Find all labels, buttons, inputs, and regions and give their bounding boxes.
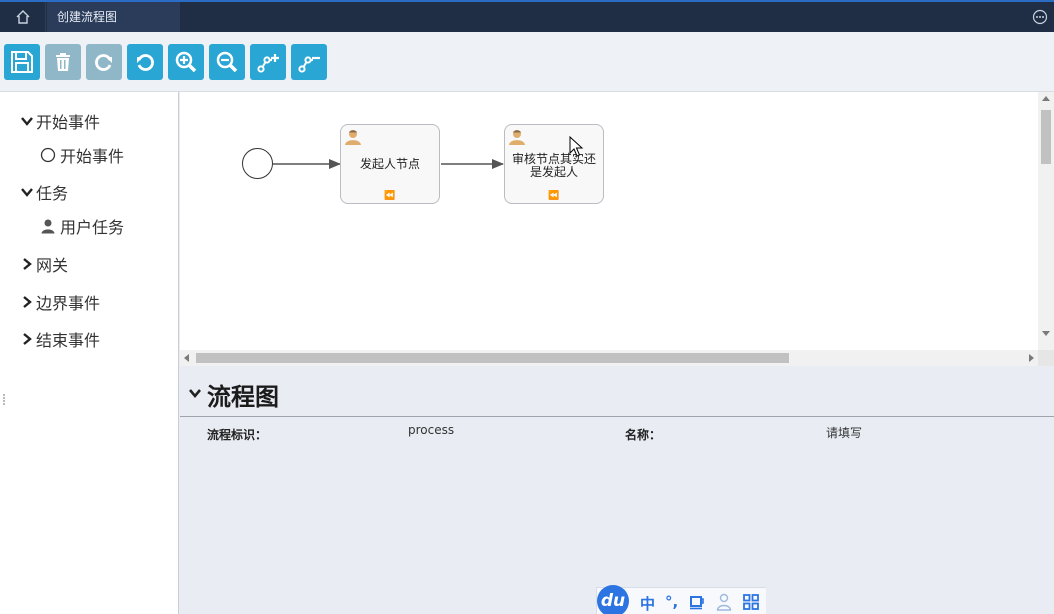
zoom-out-button[interactable] — [209, 44, 245, 80]
palette-item-label: 开始事件 — [60, 147, 125, 166]
ime-language-toggle[interactable]: 中 — [640, 593, 655, 614]
chevron-down-icon — [189, 389, 201, 399]
ime-punctuation-toggle[interactable]: °, — [665, 593, 678, 611]
name-label: 名称： — [625, 428, 662, 442]
properties-title: 流程图 — [207, 383, 279, 411]
redo-icon — [95, 54, 112, 71]
grid-menu-icon[interactable] — [743, 594, 759, 610]
process-id-label: 流程标识： — [207, 428, 268, 442]
zoom-in-button[interactable] — [168, 44, 204, 80]
save-button[interactable] — [4, 44, 40, 80]
diagram-canvas[interactable]: 发起人节点 ⏪ 审核节点其实还 是发起人 ⏪ — [180, 92, 1038, 350]
user-icon — [39, 217, 57, 235]
more-options-button[interactable] — [1032, 9, 1048, 25]
palette-group-label: 开始事件 — [36, 113, 101, 132]
collapse-marker-icon: ⏪ — [384, 191, 396, 201]
user-task-node[interactable]: 发起人节点 ⏪ — [340, 124, 440, 204]
chevron-down-icon — [21, 188, 33, 197]
element-palette: 开始事件 开始事件 任务 用户任务 网关 边界事件 结束事件 — [0, 92, 179, 614]
collapse-marker-icon: ⏪ — [548, 191, 560, 201]
trash-icon — [56, 53, 70, 71]
redo-button[interactable] — [86, 44, 122, 80]
properties-header[interactable]: 流程图 — [180, 366, 1054, 417]
sequence-flows — [273, 159, 504, 169]
palette-group-label: 网关 — [36, 256, 69, 275]
horizontal-scroll-thumb[interactable] — [196, 353, 789, 363]
home-button[interactable] — [0, 2, 46, 32]
palette-group-boundary-events[interactable]: 边界事件 — [20, 290, 100, 314]
scroll-down-icon[interactable] — [1042, 331, 1050, 336]
palette-item-start-event[interactable]: 开始事件 — [39, 143, 124, 167]
ime-toolbar: du 中 °, — [596, 585, 766, 614]
start-event-node[interactable] — [242, 148, 273, 179]
palette-group-label: 边界事件 — [36, 294, 101, 313]
user-icon[interactable] — [716, 593, 732, 611]
palette-group-label: 任务 — [36, 184, 69, 203]
remove-bendpoint-button[interactable] — [291, 44, 327, 80]
palette-group-end-events[interactable]: 结束事件 — [20, 327, 100, 351]
scroll-left-icon[interactable] — [184, 354, 189, 362]
undo-button[interactable] — [127, 44, 163, 80]
chevron-right-icon — [23, 258, 32, 270]
diagram-canvas-area: 发起人节点 ⏪ 审核节点其实还 是发起人 ⏪ — [180, 92, 1054, 366]
palette-group-tasks[interactable]: 任务 — [20, 180, 68, 204]
chevron-right-icon — [23, 296, 32, 308]
top-bar: 创建流程图 — [0, 0, 1054, 32]
vertical-scroll-thumb[interactable] — [1041, 110, 1051, 164]
circle-icon — [39, 146, 57, 164]
zoom-in-icon — [175, 51, 197, 73]
scroll-right-icon[interactable] — [1029, 354, 1034, 362]
user-task-node[interactable]: 审核节点其实还 是发起人 ⏪ — [504, 124, 604, 204]
mouse-cursor-icon — [569, 136, 584, 157]
task-label: 审核节点其实还 是发起人 — [509, 153, 599, 179]
task-label-line: 是发起人 — [529, 165, 578, 179]
save-icon — [11, 51, 33, 73]
undo-icon — [137, 54, 154, 71]
palette-item-user-task[interactable]: 用户任务 — [39, 214, 124, 238]
palette-group-gateways[interactable]: 网关 — [20, 252, 68, 276]
name-field[interactable]: 请填写 — [826, 424, 862, 441]
resize-handle[interactable] — [2, 392, 6, 406]
more-icon — [1032, 9, 1048, 25]
ime-logo[interactable]: du — [597, 585, 629, 614]
zoom-out-icon — [216, 51, 238, 73]
add-bendpoint-button[interactable] — [250, 44, 286, 80]
user-task-icon — [345, 130, 361, 145]
scroll-up-icon[interactable] — [1042, 96, 1050, 101]
tab-create-flow[interactable]: 创建流程图 — [47, 2, 180, 32]
process-id-field[interactable]: process — [408, 423, 454, 437]
chevron-right-icon — [23, 333, 32, 345]
palette-item-label: 用户任务 — [60, 218, 125, 237]
palette-group-start-events[interactable]: 开始事件 — [20, 109, 100, 133]
user-task-icon — [509, 130, 525, 145]
vertical-scrollbar[interactable] — [1038, 92, 1054, 350]
horizontal-scrollbar[interactable] — [180, 350, 1038, 366]
properties-panel: 流程图 流程标识： process 名称： 请填写 — [180, 366, 1054, 614]
chevron-down-icon — [21, 117, 33, 126]
toolbar — [0, 32, 1054, 92]
palette-group-label: 结束事件 — [36, 331, 101, 350]
home-icon — [16, 10, 29, 24]
add-bendpoint-icon — [257, 54, 279, 73]
cup-icon[interactable] — [689, 594, 705, 610]
delete-button[interactable] — [45, 44, 81, 80]
remove-bendpoint-icon — [298, 56, 320, 73]
task-label: 发起人节点 — [359, 157, 420, 171]
scrollbar-corner — [1038, 350, 1054, 366]
